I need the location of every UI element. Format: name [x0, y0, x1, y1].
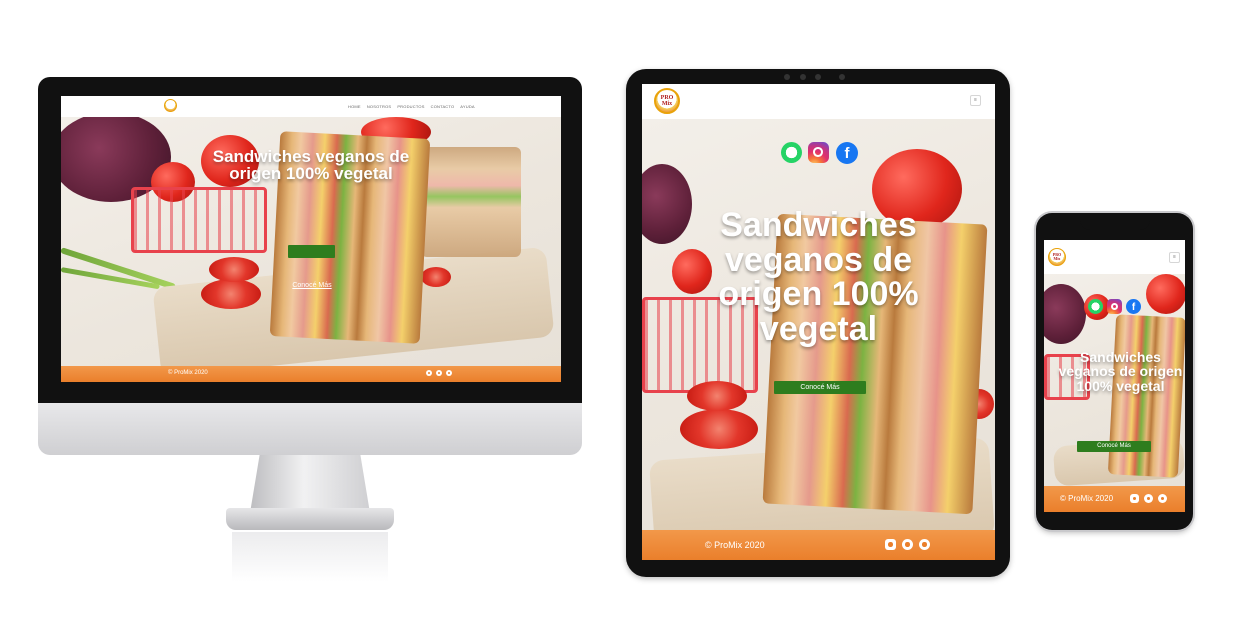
instagram-icon[interactable]: [426, 370, 432, 376]
desktop-logo[interactable]: [164, 99, 177, 112]
tablet-logo-text: PRO Mix: [660, 94, 674, 107]
desktop-monitor-chin: [38, 403, 582, 455]
phone-logo[interactable]: PRO Mix: [1048, 248, 1066, 266]
phone-footer-copyright: © ProMix 2020: [1060, 494, 1114, 503]
phone-navbar: PRO Mix ≡: [1044, 240, 1185, 275]
nav-item-productos[interactable]: PRODUCTOS: [397, 104, 424, 109]
nav-item-nosotros[interactable]: NOSOTROS: [367, 104, 392, 109]
tablet-camera: [839, 74, 845, 80]
facebook-icon[interactable]: [436, 370, 442, 376]
phone-cta-button[interactable]: Conocé Más: [1077, 441, 1151, 452]
desktop-screen: HOME NOSOTROS PRODUCTOS CONTACTO AYUDA S…: [61, 96, 561, 382]
phone-menu-button[interactable]: ≡: [1169, 252, 1180, 263]
whatsapp-icon[interactable]: [919, 539, 930, 550]
desktop-monitor-stand: [250, 455, 370, 513]
desktop-cta-link-text[interactable]: Conocé Más: [289, 282, 335, 289]
whatsapp-icon[interactable]: [781, 142, 802, 163]
instagram-icon[interactable]: [1130, 494, 1139, 503]
phone-logo-text: PRO Mix: [1052, 251, 1062, 261]
desktop-hero-title: Sandwiches veganos de origen 100% vegeta…: [212, 147, 410, 184]
desktop-monitor-base: [226, 508, 394, 530]
phone-footer: © ProMix 2020: [1044, 486, 1185, 512]
tablet-logo[interactable]: PRO Mix: [654, 88, 680, 114]
desktop-monitor-reflection: [232, 532, 388, 582]
tablet-menu-button[interactable]: ≡: [970, 95, 981, 106]
desktop-footer-copyright: © ProMix 2020: [168, 370, 208, 376]
phone-footer-social: [1130, 494, 1167, 503]
phone-screen: PRO Mix ≡ f Sandwiches veganos de origen …: [1044, 240, 1185, 512]
nav-item-ayuda[interactable]: AYUDA: [460, 104, 474, 109]
whatsapp-icon[interactable]: [1088, 299, 1103, 314]
facebook-icon[interactable]: [1144, 494, 1153, 503]
tablet-cta-button[interactable]: Conocé Más: [774, 381, 866, 394]
tablet-footer-copyright: © ProMix 2020: [705, 540, 765, 550]
instagram-icon[interactable]: [885, 539, 896, 550]
desktop-footer-social: [426, 370, 452, 376]
instagram-icon[interactable]: [808, 142, 829, 163]
tablet-footer: © ProMix 2020: [642, 530, 995, 560]
instagram-icon[interactable]: [1107, 299, 1122, 314]
desktop-navbar: HOME NOSOTROS PRODUCTOS CONTACTO AYUDA: [61, 96, 561, 118]
nav-item-home[interactable]: HOME: [348, 104, 361, 109]
tablet-camera: [800, 74, 806, 80]
tablet-camera: [815, 74, 821, 80]
facebook-icon[interactable]: f: [836, 142, 858, 164]
tablet-camera: [784, 74, 790, 80]
nav-item-contacto[interactable]: CONTACTO: [431, 104, 455, 109]
desktop-cta-button[interactable]: [288, 245, 335, 258]
tablet-screen: PRO Mix ≡ f Sandwiches veganos de origen …: [642, 84, 995, 560]
desktop-footer: © ProMix 2020: [61, 366, 561, 382]
phone-notch: [1080, 216, 1150, 230]
tablet-hero-title: Sandwiches veganos de origen 100% vegeta…: [718, 206, 919, 349]
whatsapp-icon[interactable]: [446, 370, 452, 376]
phone-hero-title: Sandwiches veganos de origen 100% vegeta…: [1058, 349, 1183, 394]
facebook-icon[interactable]: [902, 539, 913, 550]
tablet-navbar: PRO Mix ≡: [642, 84, 995, 120]
whatsapp-icon[interactable]: [1158, 494, 1167, 503]
tablet-footer-social: [885, 539, 930, 550]
desktop-nav-menu: HOME NOSOTROS PRODUCTOS CONTACTO AYUDA: [348, 104, 475, 109]
facebook-icon[interactable]: f: [1126, 299, 1141, 314]
